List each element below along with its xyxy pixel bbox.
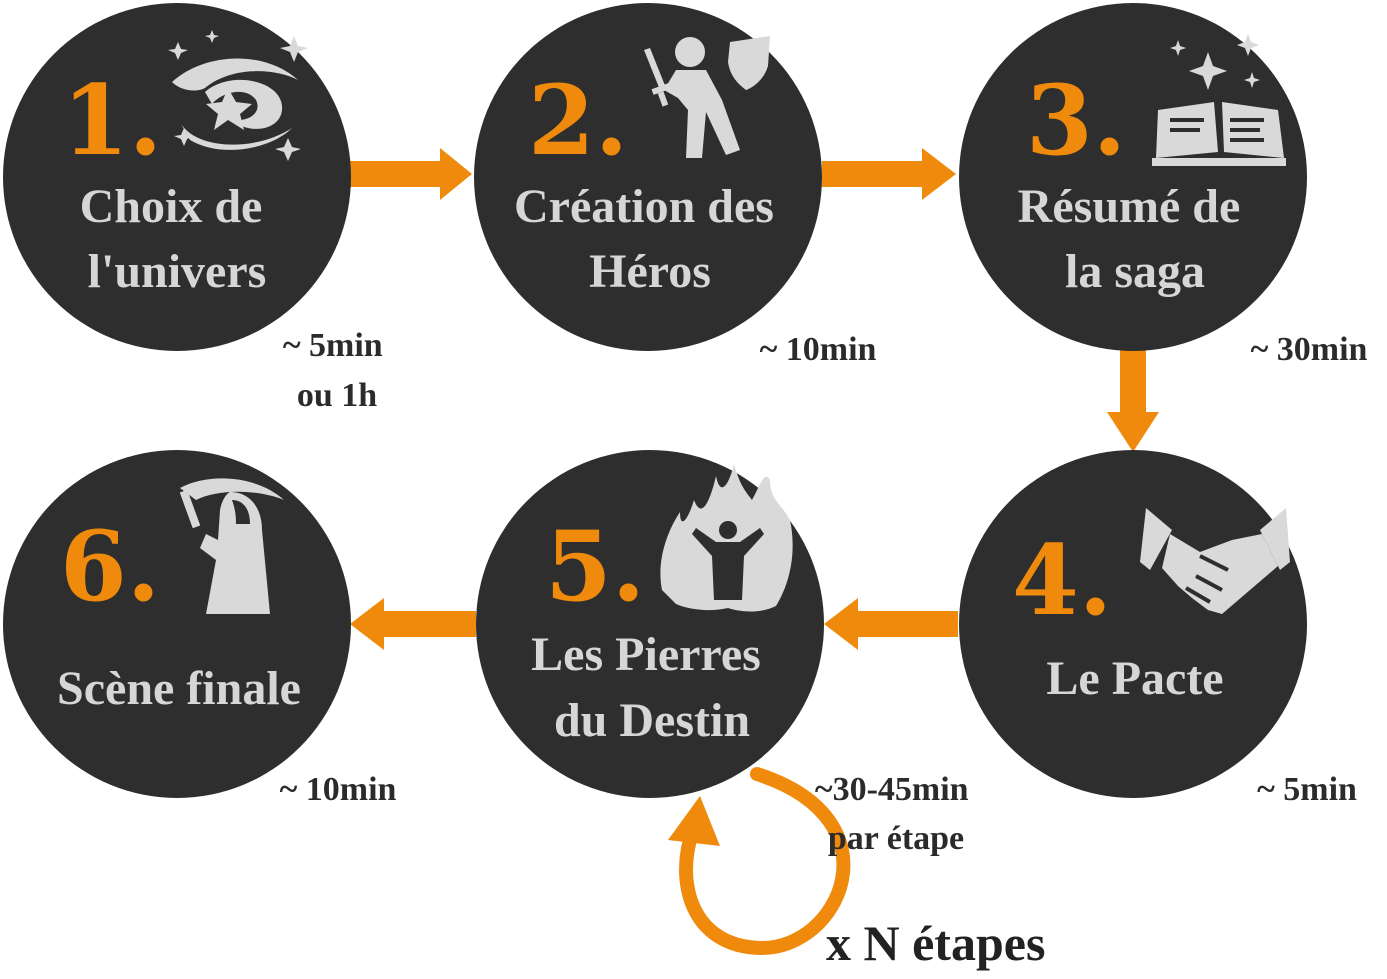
step-4-duration: ~ 5min	[1257, 771, 1357, 808]
step-5: 5. Les Pierres du Destin	[476, 450, 824, 798]
step-2-duration: ~ 10min	[760, 331, 877, 368]
arrow-2-to-3	[822, 148, 956, 200]
step-2: 2. Création des Héros	[474, 3, 822, 351]
loop-label: x N étapes	[826, 915, 1045, 971]
arrow-5-to-6	[350, 598, 476, 650]
step-number: 5.	[545, 510, 645, 623]
step-number: 4.	[1012, 524, 1112, 637]
step-title: Scène finale	[57, 662, 301, 715]
step-number: 2.	[528, 64, 628, 177]
step-number: 6.	[60, 510, 160, 623]
step-1: 1. Choix de l'univers	[3, 3, 351, 351]
step-3: 3. Résumé de la saga	[959, 3, 1307, 351]
step-1-duration: ~ 5min ou 1h	[283, 327, 391, 414]
step-6: 6. Scène finale	[3, 450, 351, 798]
arrow-1-to-2	[350, 148, 472, 200]
workflow-diagram: x N étapes 1. Choix de l'univers ~ 5min …	[3, 3, 1368, 971]
step-disc	[3, 450, 351, 798]
arrow-4-to-5	[824, 598, 958, 650]
step-disc	[959, 3, 1307, 351]
step-5-duration: ~30-45min par étape	[815, 771, 977, 857]
step-3-duration: ~ 30min	[1251, 331, 1368, 368]
step-title: Le Pacte	[1046, 652, 1223, 705]
step-number: 1.	[62, 64, 162, 177]
arrow-3-to-4	[1107, 348, 1159, 452]
step-6-duration: ~ 10min	[280, 771, 397, 808]
step-4: 4. Le Pacte	[959, 450, 1307, 798]
step-number: 3.	[1026, 64, 1126, 177]
